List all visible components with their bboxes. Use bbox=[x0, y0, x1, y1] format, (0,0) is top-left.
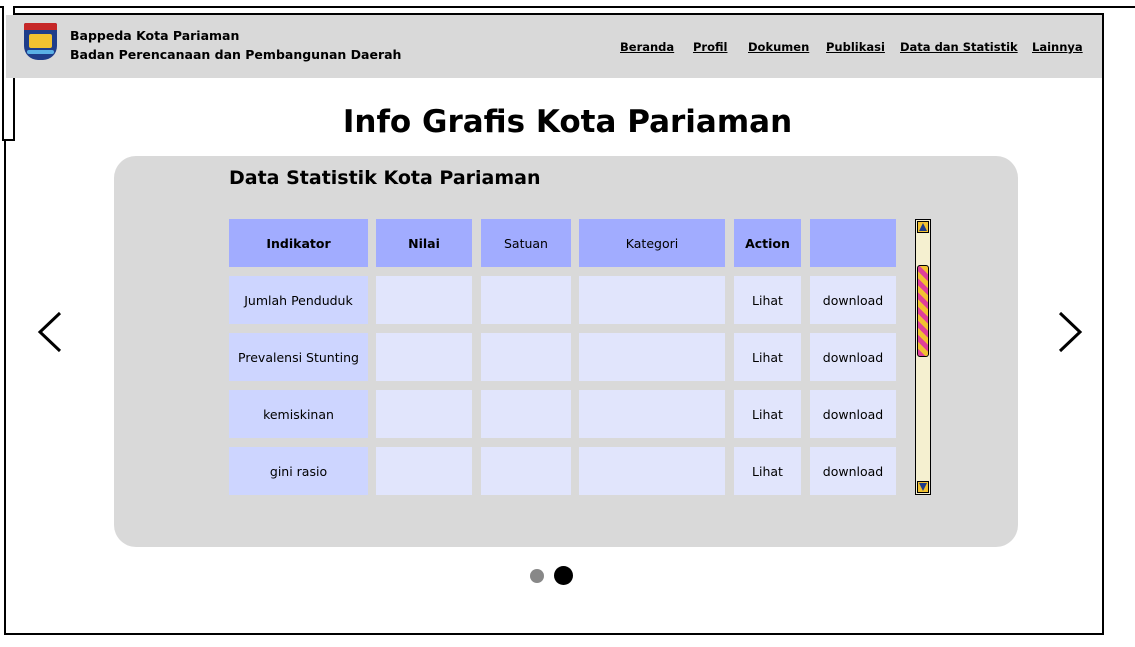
row-satuan bbox=[481, 447, 571, 495]
lihat-button[interactable]: Lihat bbox=[734, 333, 801, 381]
city-emblem-logo[interactable] bbox=[24, 23, 57, 60]
row-kategori bbox=[579, 447, 725, 495]
carousel-next-button[interactable] bbox=[1055, 310, 1085, 354]
row-satuan bbox=[481, 276, 571, 324]
row-indikator: Prevalensi Stunting bbox=[229, 333, 368, 381]
scroll-down-button[interactable] bbox=[917, 481, 929, 493]
scroll-thumb[interactable] bbox=[917, 265, 929, 357]
row-satuan bbox=[481, 333, 571, 381]
table-scrollbar[interactable] bbox=[915, 219, 931, 495]
row-kategori bbox=[579, 390, 725, 438]
row-kategori bbox=[579, 276, 725, 324]
download-button[interactable]: download bbox=[810, 447, 896, 495]
carousel-prev-button[interactable] bbox=[35, 310, 65, 354]
lihat-button[interactable]: Lihat bbox=[734, 276, 801, 324]
row-satuan bbox=[481, 390, 571, 438]
row-nilai bbox=[376, 276, 472, 324]
chevron-right-icon bbox=[1058, 311, 1083, 353]
col-header-satuan[interactable]: Satuan bbox=[481, 219, 571, 267]
col-header-indikator[interactable]: Indikator bbox=[229, 219, 368, 267]
download-button[interactable]: download bbox=[810, 333, 896, 381]
row-nilai bbox=[376, 447, 472, 495]
nav-publikasi[interactable]: Publikasi bbox=[826, 40, 885, 54]
page-title: Info Grafis Kota Pariaman bbox=[342, 104, 793, 140]
triangle-down-icon bbox=[919, 483, 927, 491]
col-header-download bbox=[810, 219, 896, 267]
scroll-up-button[interactable] bbox=[917, 221, 929, 233]
lihat-button[interactable]: Lihat bbox=[734, 390, 801, 438]
chevron-left-icon bbox=[37, 311, 62, 353]
nav-data-dan-statistik[interactable]: Data dan Statistik bbox=[900, 40, 1018, 54]
row-indikator: gini rasio bbox=[229, 447, 368, 495]
panel-title: Data Statistik Kota Pariaman bbox=[229, 167, 541, 189]
carousel-dot[interactable] bbox=[530, 569, 544, 583]
triangle-up-icon bbox=[919, 223, 927, 231]
row-indikator: kemiskinan bbox=[229, 390, 368, 438]
top-border-line bbox=[0, 6, 1135, 8]
nav-profil[interactable]: Profil bbox=[693, 40, 727, 54]
row-kategori bbox=[579, 333, 725, 381]
download-button[interactable]: download bbox=[810, 276, 896, 324]
nav-dokumen[interactable]: Dokumen bbox=[748, 40, 809, 54]
col-header-action[interactable]: Action bbox=[734, 219, 801, 267]
row-nilai bbox=[376, 333, 472, 381]
col-header-kategori[interactable]: Kategori bbox=[579, 219, 725, 267]
lihat-button[interactable]: Lihat bbox=[734, 447, 801, 495]
org-subtitle: Badan Perencanaan dan Pembangunan Daerah bbox=[70, 47, 402, 62]
carousel-dot-active[interactable] bbox=[554, 566, 573, 585]
org-name: Bappeda Kota Pariaman bbox=[70, 28, 240, 43]
col-header-nilai[interactable]: Nilai bbox=[376, 219, 472, 267]
row-indikator: Jumlah Penduduk bbox=[229, 276, 368, 324]
site-header: Bappeda Kota Pariaman Badan Perencanaan … bbox=[6, 15, 1102, 78]
nav-beranda[interactable]: Beranda bbox=[620, 40, 674, 54]
row-nilai bbox=[376, 390, 472, 438]
nav-lainnya[interactable]: Lainnya bbox=[1032, 40, 1083, 54]
download-button[interactable]: download bbox=[810, 390, 896, 438]
